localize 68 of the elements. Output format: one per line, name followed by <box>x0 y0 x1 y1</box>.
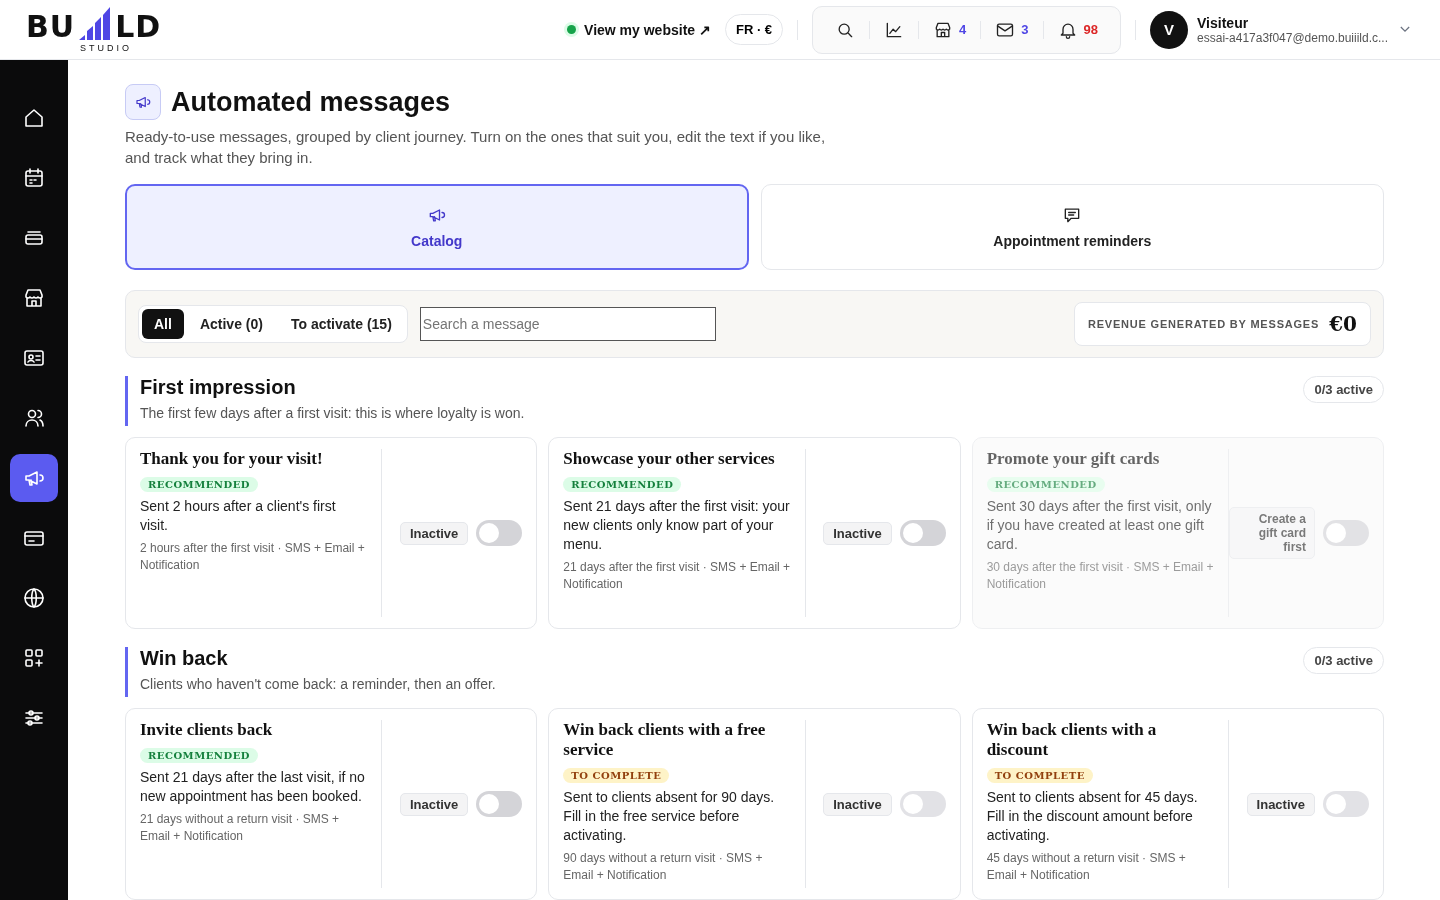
toggle-switch[interactable] <box>899 520 946 546</box>
status-tag: RECOMMENDED <box>140 748 258 763</box>
status-label: Inactive <box>399 792 469 816</box>
card-description: Sent 30 days after the first visit, only if you have created at least one gift card. <box>986 497 1213 554</box>
card-description: Sent 21 days after the first visit: your new clients only know part of your menu. <box>563 497 791 554</box>
section-subtitle: Clients who haven't come back: a reminder, then an offer. <box>140 676 497 692</box>
status-label: Inactive <box>823 792 892 816</box>
view-tab[interactable]: Appointment reminders <box>760 184 1384 270</box>
page-title: Automated messages <box>171 86 451 118</box>
count-label: 4 <box>959 22 967 37</box>
card-description: Sent to clients absent for 45 days. Fill in the discount amount before activating. <box>986 788 1199 845</box>
logo-subtitle: STUDIO <box>80 42 132 53</box>
status-tag: TO COMPLETE <box>563 768 670 783</box>
store-icon <box>22 286 46 310</box>
user-email: essai-a417a3f047@demo.buiiild.c... <box>1197 30 1388 45</box>
status-tag: RECOMMENDED <box>986 477 1105 492</box>
logo-text: BU <box>26 11 76 42</box>
card-description: Sent 2 hours after a client's first visit. <box>140 497 337 535</box>
card-title: Win back clients with a free service <box>563 720 767 760</box>
status-tag: TO COMPLETE <box>986 768 1093 783</box>
filter-tab[interactable]: All <box>142 309 184 339</box>
calendar-icon <box>22 166 46 190</box>
count-label: 98 <box>1083 22 1099 37</box>
page-description: Ready-to-use messages, grouped by client journey. Turn on the ones that suit you, edit the text if you like, and track what they bring in. <box>125 127 827 168</box>
apps-icon <box>22 646 46 670</box>
count-label: 3 <box>1021 22 1029 37</box>
card-schedule: 2 hours after the first visit · SMS + Email + Notification <box>140 540 366 574</box>
view-tab[interactable]: Catalog <box>125 184 749 270</box>
card-title: Showcase your other services <box>563 449 776 469</box>
section-title: Win back <box>140 647 229 670</box>
locale-button[interactable]: FR · € <box>724 14 784 45</box>
card-schedule: 45 days without a return visit · SMS + Email + Notification <box>986 850 1187 884</box>
card-schedule: 90 days without a return visit · SMS + Email + Notification <box>563 850 764 884</box>
megaphone-nav-item[interactable] <box>10 454 58 502</box>
toggle-switch[interactable] <box>476 520 523 546</box>
filter-tab[interactable]: To activate (15) <box>278 309 404 339</box>
search-field[interactable]: Search a message <box>419 307 716 341</box>
card-schedule: 30 days after the first visit · SMS + Email + Notification <box>986 559 1214 593</box>
toggle-switch[interactable] <box>476 791 523 817</box>
home-icon <box>22 106 46 130</box>
revenue-label: REVENUE GENERATED BY MESSAGES <box>1087 318 1320 330</box>
user-name: Visiteur <box>1197 14 1250 31</box>
revenue-value: €0 <box>1329 312 1357 336</box>
avatar[interactable]: V <box>1150 10 1189 49</box>
card-title: Thank you for your visit! <box>140 449 324 469</box>
bell-button[interactable]: 98 <box>1043 19 1113 40</box>
card-title: Promote your gift cards <box>986 449 1161 469</box>
status-tag: RECOMMENDED <box>563 477 682 492</box>
status-label: Inactive <box>823 521 892 545</box>
card-description: Sent to clients absent for 90 days. Fill in the free service before activating. <box>563 788 776 845</box>
card-title: Invite clients back <box>140 720 274 740</box>
section-title: First impression <box>140 376 297 399</box>
store-button[interactable]: 4 <box>919 19 981 40</box>
chevron-down-icon[interactable] <box>1400 26 1410 33</box>
view-website-link[interactable]: View my website ↗ <box>567 21 711 38</box>
card-description: Sent 21 days after the last visit, if no new appointment has been booked. <box>140 768 366 806</box>
card-schedule: 21 days after the first visit · SMS + Email + Notification <box>563 559 791 593</box>
status-tag: RECOMMENDED <box>140 477 258 492</box>
globe-icon <box>22 586 46 610</box>
megaphone-icon <box>125 84 161 120</box>
card-title: Win back clients with a discount <box>986 720 1158 760</box>
mail-button[interactable]: 3 <box>981 19 1043 40</box>
status-label: Inactive <box>399 521 469 545</box>
section-subtitle: The first few days after a first visit: this is where loyalty is won. <box>140 405 526 421</box>
filter-tab[interactable]: Active (0) <box>187 309 275 339</box>
logo-text: LD <box>115 11 162 42</box>
card-schedule: 21 days without a return visit · SMS + Email + Notification <box>140 811 341 845</box>
status-label: Inactive <box>1246 792 1315 816</box>
